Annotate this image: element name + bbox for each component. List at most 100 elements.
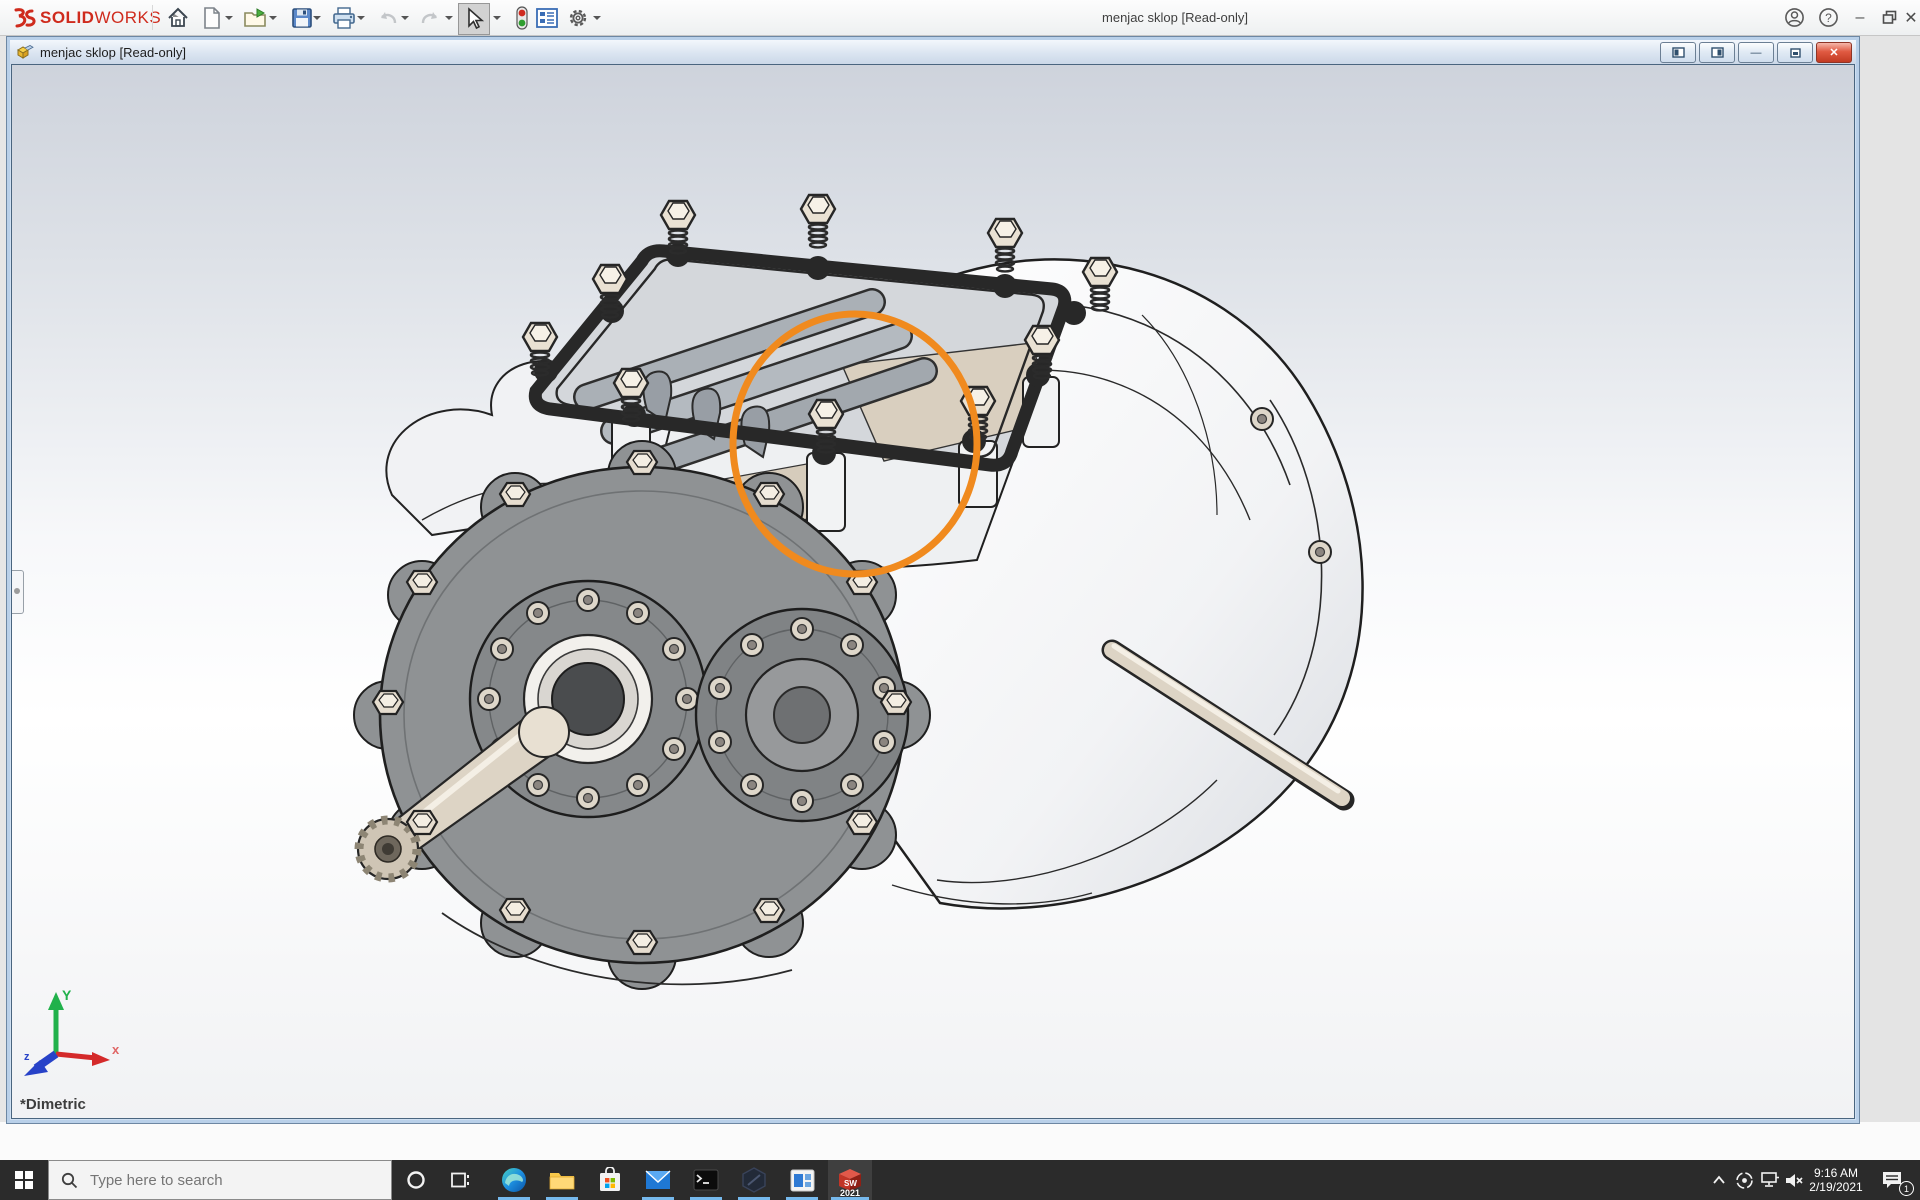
volume-muted-icon [1784,1172,1804,1189]
notification-badge: 1 [1899,1181,1914,1196]
mail-icon [645,1170,671,1190]
taskbar-app-edge[interactable] [492,1160,536,1200]
redo-button[interactable] [415,3,445,33]
display-pane-icon [535,7,559,29]
triad-y-label: Y [62,987,72,1003]
undo-icon [376,7,400,29]
solidworks-wordmark: SOLIDWORKS [40,8,161,28]
select-cursor-icon [463,7,485,31]
home-button[interactable] [163,3,193,33]
display-pane-button[interactable] [532,3,562,33]
document-window: menjac sklop [Read-only] — [6,36,1860,1124]
desktop: { "window": { "title": "menjac sklop [Re… [0,0,1920,1200]
mdi-background [1859,36,1920,1122]
task-view-icon [450,1170,470,1190]
tray-date: 2/19/2021 [1809,1180,1862,1194]
triad-x-label: x [112,1042,120,1057]
right-pane-icon [1711,47,1724,58]
minimize-button[interactable]: – [1844,0,1876,35]
cortana-button[interactable] [398,1160,434,1200]
taskbar-app-mail[interactable] [636,1160,680,1200]
select-tool-button[interactable] [458,3,490,35]
panel-drag-dot [14,588,20,594]
close-button[interactable]: ✕ [1902,0,1920,35]
undo-dropdown-caret[interactable] [398,3,411,33]
gear-icon [566,6,590,30]
home-icon [166,6,190,30]
print-dropdown-caret[interactable] [354,3,367,33]
window-title: menjac sklop [Read-only] [620,0,1730,35]
triad-z-label: z [24,1051,30,1063]
toolbar-separator [152,5,153,30]
print-icon [332,7,356,29]
options-dropdown-caret[interactable] [590,3,603,33]
document-restore-button[interactable] [1777,42,1813,63]
start-button[interactable] [0,1160,48,1200]
taskbar-app-hexagon[interactable] [732,1160,776,1200]
options-button[interactable] [563,3,593,33]
user-account-icon [1784,7,1805,28]
tray-meet-now[interactable] [1732,1160,1756,1200]
taskbar-search[interactable] [48,1160,392,1200]
document-titlebar[interactable]: menjac sklop [Read-only] — [10,40,1856,64]
view-orientation-label: *Dimetric [20,1096,86,1113]
solidworks-logo[interactable]: SOLIDWORKS [12,6,180,30]
document-close-button[interactable]: ✕ [1816,42,1852,63]
document-restore-icon [1790,48,1801,58]
action-center-button[interactable]: 1 [1872,1160,1912,1200]
status-area [0,1122,1920,1160]
help-button[interactable]: ? [1812,0,1844,35]
chevron-up-icon [1712,1175,1726,1185]
gearbox-3d-model[interactable] [12,65,1855,1117]
hexagon-app-icon [741,1167,767,1193]
tray-clock[interactable]: 9:16 AM 2/19/2021 [1806,1160,1866,1200]
save-dropdown-caret[interactable] [310,3,323,33]
svg-text:SW: SW [844,1179,857,1188]
open-dropdown-caret[interactable] [266,3,279,33]
splined-shaft-end [358,819,418,879]
task-view-button[interactable] [442,1160,478,1200]
taskbar-app-solidworks[interactable]: SW 2021 [828,1160,872,1200]
new-document-dropdown-caret[interactable] [222,3,235,33]
solidworks-logo-icon [12,7,36,29]
meet-now-icon [1735,1171,1754,1190]
taskbar-app-news[interactable] [780,1160,824,1200]
file-explorer-icon [549,1169,575,1191]
restore-icon [1882,10,1898,25]
left-pane-icon [1672,47,1685,58]
search-icon [61,1172,78,1189]
select-tool-dropdown-caret[interactable] [490,3,503,33]
triad-x-arrow [92,1052,110,1066]
tray-volume[interactable] [1782,1160,1806,1200]
help-icon: ? [1818,7,1839,28]
edge-icon [501,1167,527,1193]
document-window-controls: — ✕ [1660,42,1852,63]
document-title: menjac sklop [Read-only] [40,45,186,60]
assembly-document-icon [16,44,34,60]
taskbar-app-file-explorer[interactable] [540,1160,584,1200]
toggle-left-pane-button[interactable] [1660,42,1696,63]
news-app-icon [790,1169,815,1192]
windows-logo-icon [15,1171,33,1189]
redo-icon [418,7,442,29]
tray-network[interactable] [1758,1160,1782,1200]
svg-text:?: ? [1825,11,1832,25]
reference-triad: Y x z [22,984,122,1080]
store-icon [598,1167,622,1193]
side-cover-flange [696,609,908,821]
tray-show-hidden-icons[interactable] [1708,1160,1730,1200]
taskbar-app-store[interactable] [588,1160,632,1200]
toggle-right-pane-button[interactable] [1699,42,1735,63]
command-prompt-icon [693,1169,719,1191]
document-minimize-button[interactable]: — [1738,42,1774,63]
featuremanager-collapsed-tab[interactable] [11,570,24,614]
search-input[interactable] [88,1171,372,1190]
redo-dropdown-caret[interactable] [442,3,455,33]
cortana-icon [406,1170,426,1190]
tray-time: 9:16 AM [1814,1166,1858,1180]
new-document-icon [201,6,223,30]
graphics-viewport[interactable]: Y x z *Dimetric [11,64,1855,1119]
account-button[interactable] [1778,0,1810,35]
taskbar-app-command-prompt[interactable] [684,1160,728,1200]
network-ethernet-icon [1760,1171,1780,1189]
